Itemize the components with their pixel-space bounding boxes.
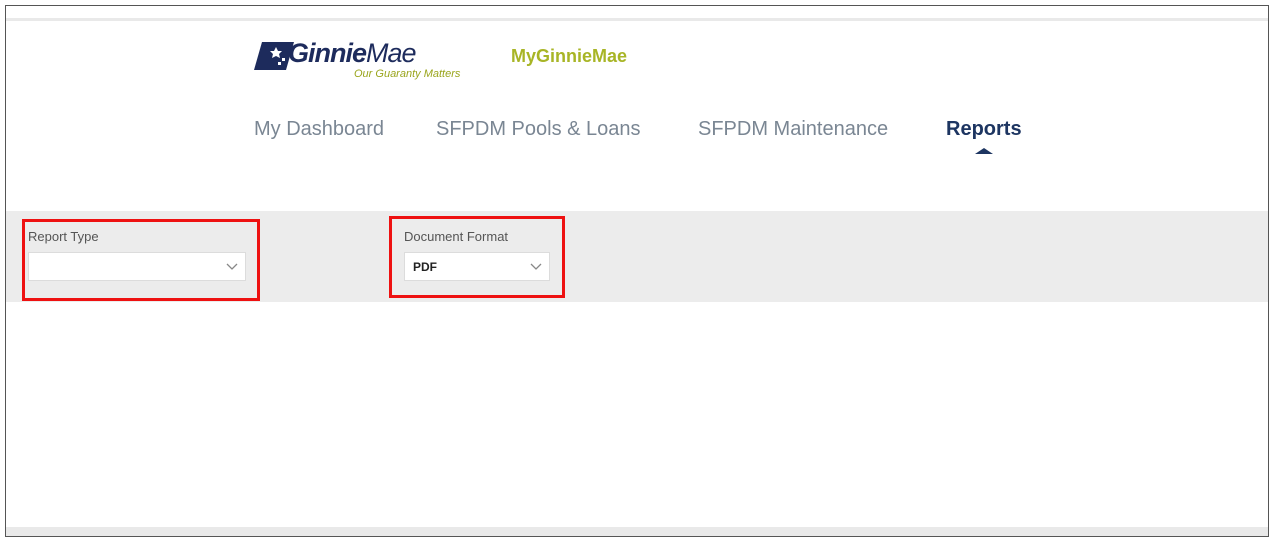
portal-name[interactable]: MyGinnieMae — [511, 46, 627, 67]
nav-sfpdm-pools-loans[interactable]: SFPDM Pools & Loans — [436, 118, 641, 141]
logo-wordmark: GinnieMae — [288, 38, 417, 69]
nav-reports[interactable]: Reports — [946, 118, 1022, 154]
report-type-highlight-box — [22, 219, 260, 301]
app-window: GinnieMae Our Guaranty Matters MyGinnieM… — [5, 5, 1269, 537]
bottom-divider — [6, 527, 1268, 536]
top-divider — [6, 18, 1268, 21]
ginnie-mae-logo[interactable]: GinnieMae Our Guaranty Matters — [254, 38, 494, 86]
document-format-highlight-box — [389, 216, 565, 298]
caret-up-icon — [974, 148, 993, 154]
logo-tagline: Our Guaranty Matters — [354, 68, 461, 80]
nav-my-dashboard[interactable]: My Dashboard — [254, 118, 384, 141]
nav-sfpdm-maintenance[interactable]: SFPDM Maintenance — [698, 118, 888, 141]
logo-word-bold: Ginnie — [288, 38, 367, 68]
nav-reports-label: Reports — [946, 118, 1022, 140]
logo-word-light: Mae — [366, 38, 417, 68]
